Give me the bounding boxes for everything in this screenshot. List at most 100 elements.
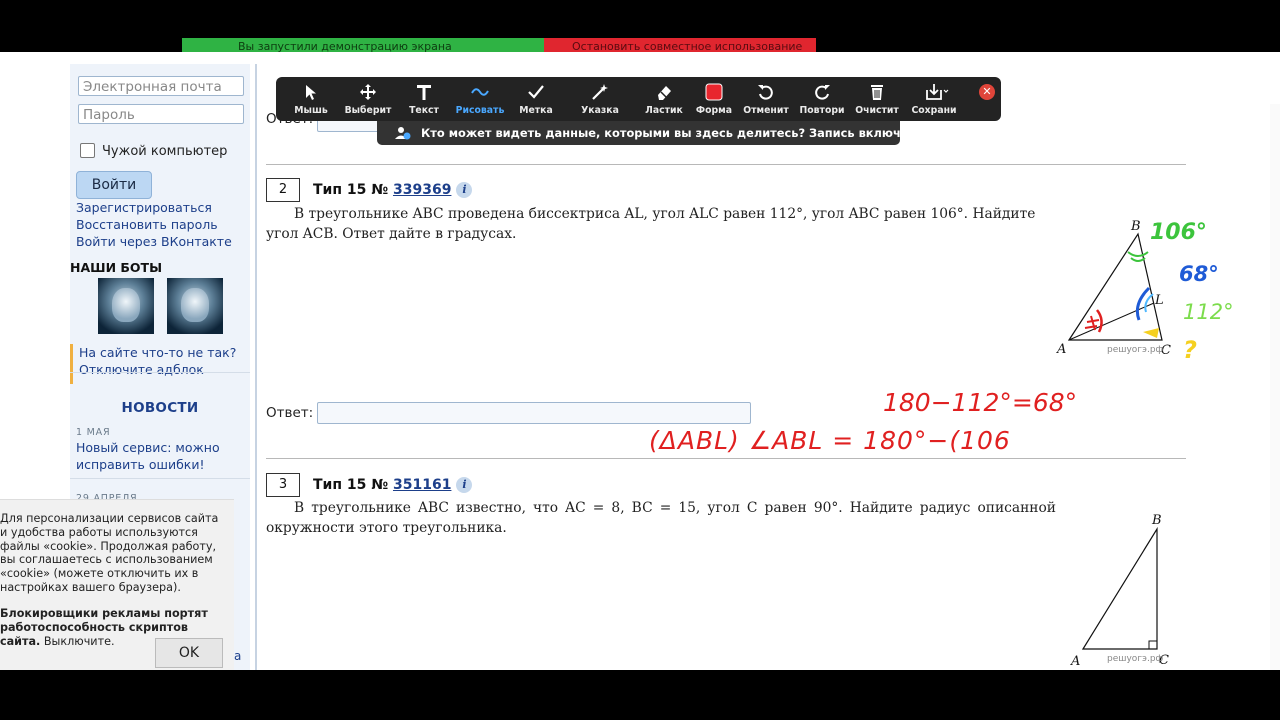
tool-mouse[interactable]: Мышь bbox=[282, 77, 340, 121]
triangle-abc bbox=[1067, 232, 1163, 341]
foreign-computer-label: Чужой компьютер bbox=[102, 144, 228, 159]
annotation-112: 112° bbox=[1183, 300, 1234, 324]
login-button[interactable]: Войти bbox=[76, 171, 152, 199]
close-toolbar-icon[interactable]: ✕ bbox=[979, 84, 995, 100]
angle-b-mark bbox=[1127, 251, 1149, 257]
register-link[interactable]: Зарегистрироваться bbox=[76, 200, 212, 215]
task-title: Тип 15 № 351161 i bbox=[313, 477, 473, 493]
color-swatch-icon bbox=[705, 83, 723, 101]
tool-label: Текст bbox=[409, 105, 439, 116]
right-angle-mark bbox=[1148, 640, 1158, 650]
cookie-adblock-rest: Выключите. bbox=[40, 634, 115, 648]
recording-notice[interactable]: Кто может видеть данные, которыми вы зде… bbox=[377, 121, 924, 145]
tool-draw[interactable]: Рисовать bbox=[451, 77, 509, 121]
task-text: В треугольнике ABC проведена биссектриса… bbox=[266, 206, 1036, 242]
restore-password-link[interactable]: Восстановить пароль bbox=[76, 217, 218, 232]
move-arrows-icon bbox=[360, 84, 376, 100]
annotation-106: 106° bbox=[1150, 220, 1207, 245]
task-number: 2 bbox=[266, 178, 300, 202]
tool-save[interactable]: Сохрани bbox=[905, 77, 963, 121]
tool-label: Повтори bbox=[799, 105, 845, 116]
tool-text[interactable]: Текст bbox=[395, 77, 453, 121]
adblock-link[interactable]: Отключите адблок bbox=[79, 362, 204, 377]
scrollbar[interactable] bbox=[1270, 104, 1280, 670]
bots-title: НАШИ БОТЫ bbox=[70, 260, 163, 275]
annotation-68: 68° bbox=[1179, 262, 1219, 286]
sidebar-partial-text: а bbox=[234, 649, 242, 663]
email-field[interactable]: Электронная почта bbox=[78, 76, 244, 96]
vertex-label-a: A bbox=[1070, 654, 1080, 669]
foreign-computer-checkbox[interactable] bbox=[80, 143, 95, 158]
task-type: Тип 15 № bbox=[313, 182, 393, 198]
watermark: решуогэ.рф bbox=[1107, 345, 1164, 355]
annotation-toolbar: Мышь Выберит Текст Рисовать Метка Указка… bbox=[276, 77, 1001, 121]
undo-icon bbox=[758, 85, 773, 100]
password-field[interactable]: Пароль bbox=[78, 104, 244, 124]
tool-label: Указка bbox=[581, 105, 619, 116]
tool-label: Очистит bbox=[855, 105, 899, 116]
people-info-icon bbox=[395, 127, 411, 140]
task-divider bbox=[266, 164, 1186, 165]
watermark: решуогэ.рф bbox=[1107, 654, 1164, 664]
task-divider bbox=[266, 458, 1186, 459]
info-icon[interactable]: i bbox=[456, 477, 473, 493]
tool-label: Метка bbox=[519, 105, 553, 116]
task-id-link[interactable]: 351161 bbox=[393, 477, 451, 493]
cookie-text: Для персонализации сервисов сайта и удоб… bbox=[0, 512, 219, 594]
info-icon[interactable]: i bbox=[456, 182, 473, 198]
answer-label: Ответ: bbox=[266, 405, 314, 421]
vk-login-link[interactable]: Войти через ВКонтакте bbox=[76, 234, 232, 249]
answer-input[interactable] bbox=[317, 402, 751, 424]
cookie-ok-button[interactable]: OK bbox=[155, 638, 223, 668]
annotation-equation-1: 180−112°=68° bbox=[883, 388, 1078, 417]
divider bbox=[70, 478, 250, 479]
text-t-icon bbox=[417, 85, 431, 100]
adblock-notice: На сайте что-то не так? Отключите адблок bbox=[70, 344, 253, 384]
vertex-label-b: B bbox=[1130, 219, 1141, 234]
tool-spotlight[interactable]: Указка bbox=[571, 77, 629, 121]
tool-label: Форма bbox=[695, 105, 733, 116]
tool-clear[interactable]: Очистит bbox=[848, 77, 906, 121]
news-title: НОВОСТИ bbox=[121, 400, 199, 416]
tool-label: Отменит bbox=[743, 105, 789, 116]
tool-undo[interactable]: Отменит bbox=[737, 77, 795, 121]
tool-label: Сохрани bbox=[911, 105, 957, 116]
recording-notice-text: Кто может видеть данные, которыми вы зде… bbox=[421, 126, 925, 140]
news-link[interactable]: Новый сервис: можно исправить ошибки! bbox=[76, 439, 246, 473]
vertex-label-l: L bbox=[1154, 293, 1164, 308]
redo-icon bbox=[815, 85, 830, 100]
eraser-icon bbox=[658, 86, 671, 100]
divider bbox=[70, 372, 250, 373]
magic-wand-icon bbox=[592, 84, 608, 100]
task-type: Тип 15 № bbox=[313, 477, 393, 493]
task-number: 3 bbox=[266, 473, 300, 497]
annotation-equation-2: (ΔABL) ∠ABL = 180°−(106 bbox=[649, 426, 1011, 455]
angle-b-mark bbox=[1130, 257, 1146, 262]
trash-icon bbox=[871, 85, 883, 100]
bot-avatar[interactable] bbox=[167, 278, 223, 334]
tool-stamp[interactable]: Метка bbox=[507, 77, 565, 121]
checkmark-icon bbox=[528, 85, 544, 99]
tool-format[interactable]: Форма bbox=[685, 77, 743, 121]
angle-c-highlight bbox=[1143, 328, 1159, 338]
triangle-abc bbox=[1081, 526, 1158, 650]
bot-avatar[interactable] bbox=[98, 278, 154, 334]
news-date: 1 МАЯ bbox=[76, 427, 111, 438]
tool-label: Мышь bbox=[294, 105, 328, 116]
adblock-question[interactable]: На сайте что-то не так? bbox=[79, 345, 236, 360]
draw-squiggle-icon bbox=[471, 88, 489, 96]
tool-select[interactable]: Выберит bbox=[339, 77, 397, 121]
annotation-question: ? bbox=[1183, 336, 1197, 364]
mouse-pointer-icon bbox=[306, 85, 316, 100]
task-text: В треугольнике ABC известно, что AC = 8,… bbox=[266, 500, 1056, 536]
angle-l-mark bbox=[1135, 286, 1151, 321]
tool-label: Рисовать bbox=[455, 105, 505, 116]
vertex-label-b: B bbox=[1151, 513, 1162, 528]
download-icon bbox=[926, 84, 949, 100]
task-id-link[interactable]: 339369 bbox=[393, 182, 451, 198]
task-title: Тип 15 № 339369 i bbox=[313, 182, 473, 198]
vertex-label-a: A bbox=[1056, 342, 1066, 357]
cookie-banner: Для персонализации сервисов сайта и удоб… bbox=[0, 499, 234, 670]
tool-label: Выберит bbox=[344, 105, 392, 116]
tool-redo[interactable]: Повтори bbox=[793, 77, 851, 121]
